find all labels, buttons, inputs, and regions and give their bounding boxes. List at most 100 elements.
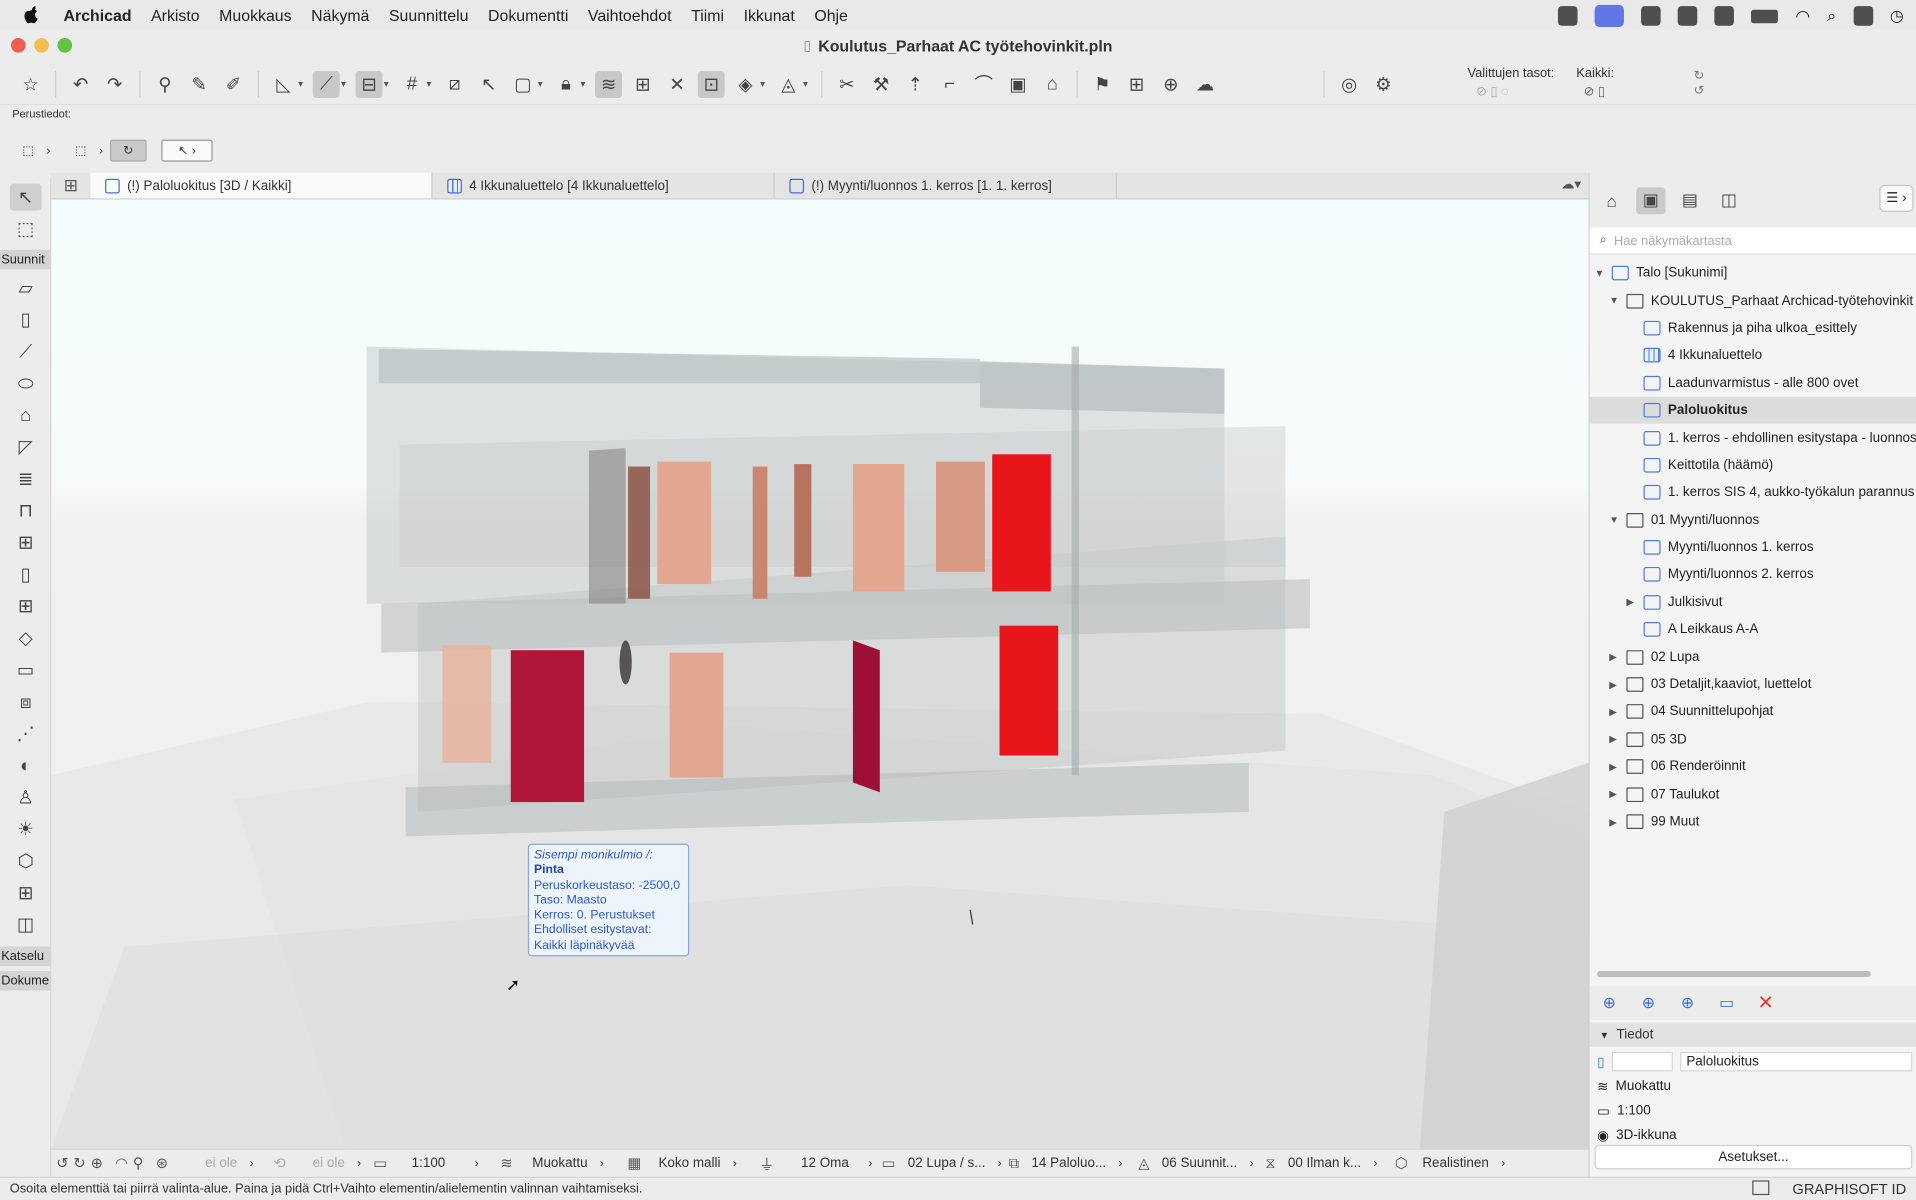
panel-tool-icon[interactable]: ◫ [10, 911, 42, 938]
zoom-in-icon[interactable]: ⊕ [91, 1155, 103, 1172]
chevron-right-icon[interactable]: ▶ [1609, 734, 1617, 745]
undo-icon[interactable]: ↶ [67, 70, 94, 97]
wall-tool-icon[interactable]: ▱ [10, 274, 42, 301]
redo-zoom-icon[interactable]: ↻ [73, 1155, 85, 1172]
tree-item[interactable]: ▶ 05 3D [1590, 726, 1916, 753]
tree-item[interactable]: Laadunvarmistus - alle 800 ovet [1590, 369, 1916, 396]
arrow-tool-control[interactable]: ↖ › [161, 137, 213, 164]
tray-extension-icon[interactable] [1677, 6, 1698, 26]
lock-icon[interactable]: 🔒︎ [552, 70, 579, 97]
flag-icon[interactable]: ⚑ [1089, 70, 1116, 97]
chevron-down-icon[interactable]: ▼ [1609, 295, 1619, 306]
rotate-icon[interactable]: ↻ [109, 139, 147, 162]
chevron-right-icon[interactable]: ▶ [1609, 761, 1617, 772]
navigator-scrollbar[interactable] [1597, 971, 1871, 978]
zoom-na-1[interactable]: ei ole › [174, 1156, 260, 1171]
close-window-button[interactable] [10, 37, 26, 53]
layer-visibility-icon[interactable]: ◎ [1336, 70, 1363, 97]
delete-icon[interactable]: ✕ [1753, 992, 1777, 1014]
tree-item[interactable]: Rakennus ja piha ulkoa_esittely [1590, 314, 1916, 341]
zoom-window-button[interactable] [57, 37, 73, 53]
view-name-field[interactable]: Paloluokitus [1680, 1051, 1913, 1072]
layout-book-icon[interactable]: ▤ [1675, 187, 1704, 214]
chevron-right-icon[interactable]: ▶ [1609, 679, 1617, 690]
tree-item[interactable]: Myynti/luonnos 2. kerros [1590, 561, 1916, 588]
chevron-right-icon[interactable]: ▶ [1626, 597, 1634, 608]
object-tool-icon[interactable]: ♙ [10, 784, 42, 811]
search-input[interactable]: Hae näkymäkartasta [1614, 233, 1732, 248]
publisher-icon[interactable]: ◫ [1714, 187, 1743, 214]
beam-tool-icon[interactable]: ⟋ [10, 338, 42, 365]
chevron-right-icon[interactable]: ▶ [1609, 816, 1617, 827]
new-folder-icon[interactable]: ⊕ [1675, 992, 1699, 1014]
grid-tool-icon[interactable]: ⊞ [10, 879, 42, 906]
tree-item[interactable]: ▼ Talo [Sukunimi] [1590, 260, 1916, 287]
render-icon[interactable]: ◬ [775, 70, 802, 97]
tray-sync-icon[interactable] [1558, 6, 1578, 26]
structure-display-control[interactable]: ⧖ 00 Ilman k... › [1259, 1154, 1389, 1172]
toolbox-section-view[interactable]: Katselu [0, 946, 52, 967]
menu-tiimi[interactable]: Tiimi [681, 6, 733, 24]
syringe-icon[interactable]: ✐ [220, 70, 247, 97]
tray-play-icon[interactable] [1714, 6, 1735, 26]
curtain-wall-tool-icon[interactable]: ⊞ [10, 529, 42, 556]
chevron-down-icon[interactable]: ▼ [1600, 1029, 1610, 1040]
toolbox-section-design[interactable]: Suunnit [0, 249, 52, 270]
settings-button[interactable]: Asetukset... [1594, 1144, 1913, 1170]
save-view-icon[interactable]: ⊕ [1597, 992, 1621, 1014]
selected-layers-hide-icon[interactable]: ⊘ ▯ ◌ [1476, 84, 1509, 99]
chevron-down-icon[interactable]: ▼ [1609, 515, 1619, 526]
navigator-menu-button[interactable]: ☰ › [1879, 184, 1914, 212]
zoom-na-2[interactable]: ⟲ ei ole › [260, 1155, 368, 1172]
schedule-icon[interactable]: ⊞ [1123, 70, 1150, 97]
roof-icon[interactable]: ⌂ [1039, 70, 1066, 97]
renovation-filter-control[interactable]: ⧉ 14 Paloluo... › [1003, 1154, 1133, 1172]
window-layout-icon[interactable] [1752, 1180, 1770, 1196]
favorites-star-icon[interactable]: ☆ [17, 70, 44, 97]
fit-view-icon[interactable]: ⊛ [156, 1155, 168, 1172]
cross-icon[interactable]: ✕ [664, 70, 691, 97]
tree-item[interactable]: ▼ 01 Myynti/luonnos [1590, 506, 1916, 533]
rotation-control[interactable]: ↻ [109, 137, 147, 164]
tray-screen-share-icon[interactable] [1594, 4, 1625, 27]
scale-row[interactable]: ▭ 1:100 [1590, 1098, 1916, 1122]
graphisoft-id-link[interactable]: GRAPHISOFT ID [1792, 1180, 1906, 1197]
offset-icon[interactable]: ▢ [510, 70, 537, 97]
chevron-right-icon[interactable]: ▶ [1609, 706, 1617, 717]
chevron-down-icon[interactable]: ▼ [1595, 268, 1605, 279]
tree-item[interactable]: ▶ Julkisivut [1590, 589, 1916, 616]
tree-item[interactable]: ▶ 04 Suunnittelupohjat [1590, 698, 1916, 725]
resize-icon[interactable]: ▣ [1005, 70, 1032, 97]
tree-item[interactable]: 4 Ikkunaluettelo [1590, 342, 1916, 369]
marquee-icon[interactable]: ⬚ [67, 140, 94, 162]
cube-tool-icon[interactable]: ⬡ [10, 847, 42, 874]
adjust-icon[interactable]: ⚒ [868, 70, 895, 97]
stair-tool-icon[interactable]: ≣ [10, 465, 42, 492]
scale-control[interactable]: ▭ 1:100 › [367, 1155, 494, 1172]
mesh-tool-icon[interactable]: ⋰ [10, 720, 42, 747]
tree-item[interactable]: ▶ 02 Lupa [1590, 643, 1916, 670]
dimension-icon[interactable]: ⊞ [629, 70, 656, 97]
morph-tool-icon[interactable]: ◐ [10, 752, 42, 779]
polygon-geometry-icon[interactable]: ⬚ [15, 140, 42, 162]
3d-viewport[interactable]: Sisempi monikulmio /: Pinta Peruskorkeus… [51, 199, 1589, 1149]
menu-arkisto[interactable]: Arkisto [141, 6, 209, 24]
chevron-right-icon[interactable]: ▶ [1609, 652, 1617, 663]
spotlight-search-icon[interactable]: ⌕ [1827, 6, 1836, 26]
fillet-icon[interactable]: ⌒ [970, 70, 997, 97]
3d-style-control[interactable]: ⬡ Realistinen › [1389, 1155, 1511, 1172]
graphic-override-control[interactable]: ▭ 02 Lupa / s... › [876, 1155, 1003, 1172]
corner-icon[interactable]: ⌐ [936, 70, 963, 97]
lamp-tool-icon[interactable]: ☀ [10, 816, 42, 843]
pointer-icon[interactable]: ↖ [475, 70, 502, 97]
layer-combo-control[interactable]: ≋ Muokattu › [494, 1155, 621, 1172]
arrow-pointer-icon[interactable]: ↖ › [161, 139, 213, 162]
view-id-field[interactable] [1611, 1051, 1673, 1072]
tray-app-icon[interactable] [1641, 6, 1661, 26]
column-tool-icon[interactable]: ▯ [10, 306, 42, 333]
tree-item-selected[interactable]: Paloluokitus [1589, 396, 1916, 425]
layer-combo-icon[interactable]: ⚙ [1370, 70, 1397, 97]
zone-tool-icon[interactable]: ⧈ [10, 688, 42, 715]
tree-item[interactable]: Myynti/luonnos 1. kerros [1590, 534, 1916, 561]
tab-grid-icon[interactable]: ⊞ [51, 173, 90, 199]
